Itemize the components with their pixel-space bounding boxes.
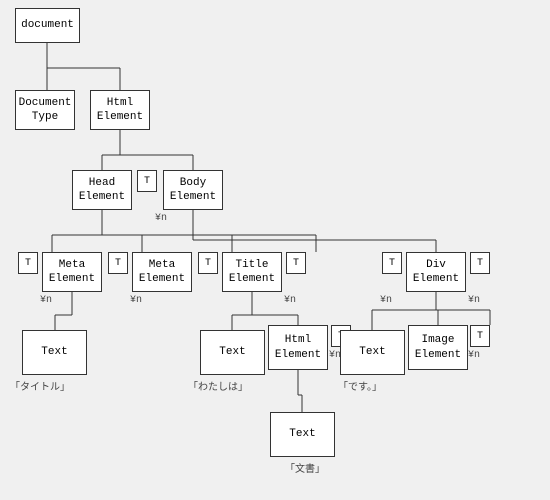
document-node: document <box>15 8 80 43</box>
t-node-div-post: T <box>470 252 490 274</box>
yn-image-label: ¥n <box>468 350 480 361</box>
html-element2-node: HtmlElement <box>268 325 328 370</box>
t-node-div-pre: T <box>382 252 402 274</box>
html-element-node: HtmlElement <box>90 90 150 130</box>
yn-meta1-label: ¥n <box>40 295 52 306</box>
doctype-node: DocumentType <box>15 90 75 130</box>
yn-meta2-label: ¥n <box>130 295 142 306</box>
body-element-node: BodyElement <box>163 170 223 210</box>
head-element-node: HeadElement <box>72 170 132 210</box>
yn-div-pre-label: ¥n <box>380 295 392 306</box>
label-desu: 「です。」 <box>338 378 382 394</box>
text1-node: Text <box>22 330 87 375</box>
t-node-title-pre: T <box>198 252 218 274</box>
label-bunsho: 「文書」 <box>285 460 325 476</box>
text4-node: Text <box>270 412 335 457</box>
t-node-meta2-pre: T <box>108 252 128 274</box>
meta1-node: MetaElement <box>42 252 102 292</box>
t-node-meta1-pre: T <box>18 252 38 274</box>
label-title: 「タイトル」 <box>10 378 70 394</box>
text3-node: Text <box>340 330 405 375</box>
t-node-image-post: T <box>470 325 490 347</box>
label-watashi: 「わたしは」 <box>188 378 248 394</box>
t-node-head-body: T <box>137 170 157 192</box>
t-node-title-post: T <box>286 252 306 274</box>
image-element-node: ImageElement <box>408 325 468 370</box>
yn-div-post-label: ¥n <box>468 295 480 306</box>
div-element-node: DivElement <box>406 252 466 292</box>
meta2-node: MetaElement <box>132 252 192 292</box>
title-element-node: TitleElement <box>222 252 282 292</box>
yn-title-label: ¥n <box>284 295 296 306</box>
yn-body-label: ¥n <box>155 213 167 224</box>
diagram: document DocumentType HtmlElement HeadEl… <box>0 0 550 500</box>
text2-node: Text <box>200 330 265 375</box>
